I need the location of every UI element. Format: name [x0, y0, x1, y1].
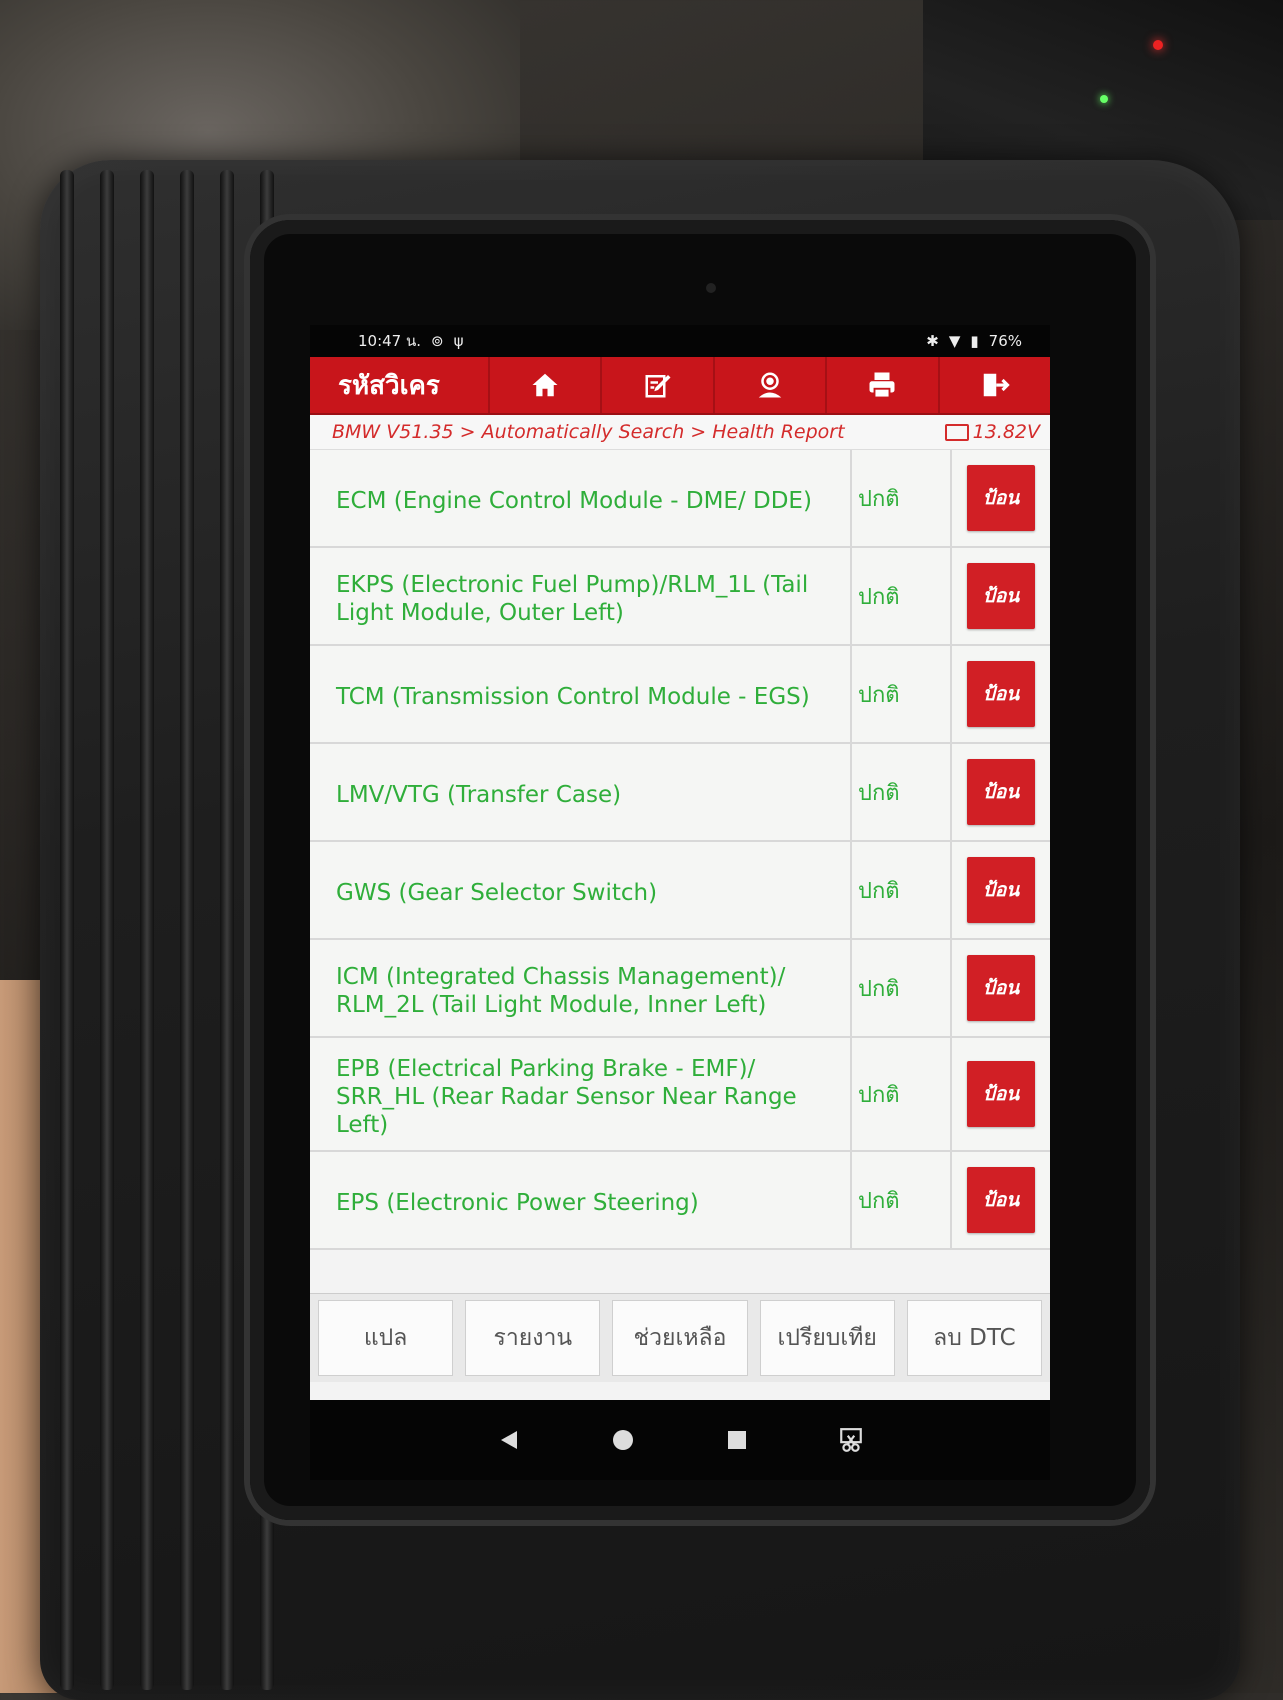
- tablet-screen: 10:47 น. ⊚ ψ ✱ ▼ ▮ 76% รหัสวิเคร BMW V51…: [310, 325, 1050, 1400]
- user-icon: [758, 372, 782, 398]
- battery-percent: 76%: [988, 332, 1022, 350]
- front-camera: [706, 283, 716, 293]
- module-name: EKPS (Electronic Fuel Pump)/RLM_1L (Tail…: [310, 548, 852, 644]
- battery-icon: ▮: [970, 332, 979, 350]
- module-status: ปกติ: [852, 1152, 952, 1248]
- notification-icon: ⊚: [431, 332, 444, 350]
- app-toolbar: รหัสวิเคร: [310, 357, 1050, 415]
- bottom-action-bar: แปล รายงาน ช่วยเหลือ เปรียบเทีย ลบ DTC: [310, 1293, 1050, 1382]
- module-name: EPB (Electrical Parking Brake - EMF)/ SR…: [310, 1038, 852, 1150]
- background-green-light: [1100, 95, 1108, 103]
- square-recents-icon: [728, 1431, 746, 1449]
- back-button[interactable]: [496, 1427, 522, 1453]
- wifi-icon: ▼: [948, 332, 961, 350]
- enter-button[interactable]: ป้อน: [967, 857, 1035, 923]
- module-name: ECM (Engine Control Module - DME/ DDE): [310, 450, 852, 546]
- table-row: EKPS (Electronic Fuel Pump)/RLM_1L (Tail…: [310, 548, 1050, 646]
- module-status: ปกติ: [852, 450, 952, 546]
- translate-button[interactable]: แปล: [318, 1300, 454, 1376]
- module-name: EPS (Electronic Power Steering): [310, 1152, 852, 1248]
- exit-button[interactable]: [937, 357, 1050, 413]
- module-status: ปกติ: [852, 744, 952, 840]
- enter-button[interactable]: ป้อน: [967, 955, 1035, 1021]
- home-icon: [532, 373, 558, 397]
- module-status: ปกติ: [852, 1038, 952, 1150]
- edit-icon: [645, 375, 671, 398]
- home-button[interactable]: [488, 357, 600, 413]
- enter-button[interactable]: ป้อน: [967, 1167, 1035, 1233]
- print-button[interactable]: [825, 357, 937, 413]
- background-red-light: [1153, 40, 1163, 50]
- enter-button[interactable]: ป้อน: [967, 563, 1035, 629]
- circle-home-icon: [613, 1430, 633, 1450]
- screenshot-button[interactable]: [838, 1427, 864, 1453]
- module-name: GWS (Gear Selector Switch): [310, 842, 852, 938]
- clear-dtc-button[interactable]: ลบ DTC: [906, 1300, 1043, 1376]
- table-row: EPS (Electronic Power Steering) ปกติ ป้อ…: [310, 1152, 1050, 1250]
- usb-icon: ψ: [453, 332, 464, 350]
- table-row: EPB (Electrical Parking Brake - EMF)/ SR…: [310, 1038, 1050, 1152]
- voltage-indicator: 13.82V: [944, 421, 1040, 443]
- enter-button[interactable]: ป้อน: [967, 759, 1035, 825]
- module-status: ปกติ: [852, 548, 952, 644]
- table-row: ICM (Integrated Chassis Management)/ RLM…: [310, 940, 1050, 1038]
- table-row: GWS (Gear Selector Switch) ปกติ ป้อน: [310, 842, 1050, 940]
- table-row: TCM (Transmission Control Module - EGS) …: [310, 646, 1050, 744]
- app-title: รหัสวิเคร: [338, 370, 440, 401]
- home-nav-button[interactable]: [610, 1427, 636, 1453]
- breadcrumb-path: BMW V51.35 > Automatically Search > Heal…: [332, 421, 845, 443]
- user-button[interactable]: [712, 357, 825, 413]
- car-battery-icon: [944, 423, 969, 441]
- voltage-value: 13.82V: [972, 421, 1040, 443]
- module-list: ECM (Engine Control Module - DME/ DDE) ป…: [310, 450, 1050, 1293]
- table-row: LMV/VTG (Transfer Case) ปกติ ป้อน: [310, 744, 1050, 842]
- module-name: LMV/VTG (Transfer Case): [310, 744, 852, 840]
- bluetooth-icon: ✱: [926, 332, 939, 350]
- exit-icon: [983, 373, 1010, 397]
- back-icon: [501, 1431, 517, 1449]
- print-icon: [869, 372, 895, 399]
- module-status: ปกติ: [852, 842, 952, 938]
- enter-button[interactable]: ป้อน: [967, 1061, 1035, 1127]
- module-name: TCM (Transmission Control Module - EGS): [310, 646, 852, 742]
- android-nav-bar: [310, 1400, 1050, 1480]
- enter-button[interactable]: ป้อน: [967, 465, 1035, 531]
- status-bar: 10:47 น. ⊚ ψ ✱ ▼ ▮ 76%: [310, 325, 1050, 357]
- module-status: ปกติ: [852, 646, 952, 742]
- table-row: ECM (Engine Control Module - DME/ DDE) ป…: [310, 450, 1050, 548]
- help-button[interactable]: ช่วยเหลือ: [612, 1300, 748, 1376]
- enter-button[interactable]: ป้อน: [967, 661, 1035, 727]
- recents-button[interactable]: [724, 1427, 750, 1453]
- edit-button[interactable]: [600, 357, 712, 413]
- module-name: ICM (Integrated Chassis Management)/ RLM…: [310, 940, 852, 1036]
- report-button[interactable]: รายงาน: [465, 1300, 601, 1376]
- clock: 10:47 น.: [358, 332, 422, 350]
- breadcrumb: BMW V51.35 > Automatically Search > Heal…: [310, 415, 1050, 450]
- compare-button[interactable]: เปรียบเทีย: [759, 1300, 895, 1376]
- scissors-icon: [840, 1428, 862, 1452]
- module-status: ปกติ: [852, 940, 952, 1036]
